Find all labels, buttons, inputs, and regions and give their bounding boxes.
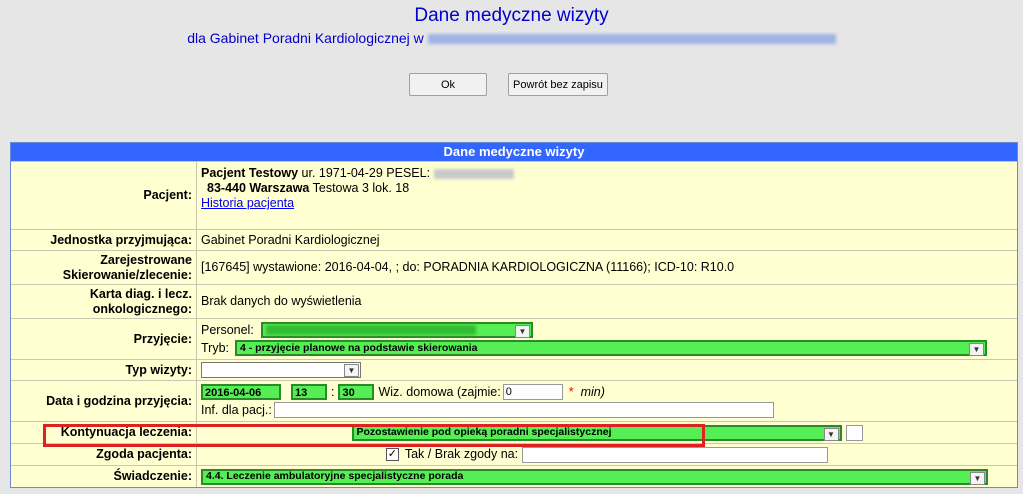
visit-type-label: Typ wizyty: (11, 360, 197, 380)
service-label: Świadczenie: (11, 466, 197, 487)
oncology-value: Brak danych do wyświetlenia (201, 294, 362, 308)
referral-value: [167645] wystawione: 2016-04-04, ; do: P… (201, 260, 735, 274)
oncology-label-2: onkologicznego: (92, 301, 192, 316)
unit-label: Jednostka przyjmująca: (11, 230, 197, 250)
oncology-label-1: Karta diag. i lecz. (89, 286, 192, 301)
patient-name: Pacjent Testowy (201, 166, 299, 180)
ok-button[interactable]: Ok (409, 73, 487, 96)
patient-street: Testowa 3 lok. 18 (312, 181, 410, 195)
patient-label: Pacjent: (11, 162, 197, 229)
admission-label: Przyjęcie: (11, 319, 197, 359)
service-select-value: 4.4. Leczenie ambulatoryjne specjalistyc… (206, 470, 464, 482)
consent-label: Zgoda pacjenta: (11, 444, 197, 465)
visit-type-select[interactable]: ▼ (201, 362, 361, 378)
chevron-down-icon: ▼ (970, 471, 985, 485)
home-visit-input[interactable]: 0 (502, 384, 563, 400)
consent-checkbox[interactable]: ✓ (385, 448, 399, 461)
staff-label: Personel: (201, 322, 254, 337)
mode-label: Tryb: (201, 340, 230, 355)
chevron-down-icon: ▼ (515, 325, 530, 338)
form-heading: Dane medyczne wizyty (11, 143, 1017, 161)
referral-row: Zarejestrowane Skierowanie/zlecenie: [16… (11, 250, 1017, 284)
subtitle-text: dla Gabinet Poradni Kardiologicznej w (187, 30, 424, 46)
staff-select[interactable]: ▼ (261, 322, 533, 338)
highlight-box (43, 424, 705, 447)
home-visit-label: Wiz. domowa (zajmie: (378, 384, 501, 399)
chevron-down-icon: ▼ (969, 343, 984, 356)
date-input[interactable]: 2016-04-06 (201, 384, 281, 400)
redacted-staff (266, 325, 476, 335)
extra-field[interactable] (845, 424, 863, 441)
chevron-down-icon: ▼ (823, 427, 839, 441)
patient-row: Pacjent: Pacjent Testowy ur. 1971-04-29 … (11, 161, 1017, 229)
referral-label-1: Zarejestrowane (100, 252, 192, 267)
back-without-save-button[interactable]: Powrót bez zapisu (508, 73, 608, 96)
consent-checkbox-label: Tak / Brak zgody na: (404, 447, 519, 461)
redacted-pesel (433, 168, 514, 179)
mode-select-value: 4 - przyjęcie planowe na podstawie skier… (240, 341, 478, 354)
patient-birth: ur. 1971-04-29 PESEL: (301, 166, 431, 180)
referral-label-2: Skierowanie/zlecenie: (62, 267, 192, 282)
hour-input[interactable]: 13 (291, 384, 327, 400)
required-mark: * (568, 384, 574, 399)
chevron-down-icon: ▼ (344, 364, 359, 377)
visit-type-row: Typ wizyty: ▼ (11, 359, 1017, 380)
patient-history-link[interactable]: Historia pacjenta (201, 196, 294, 210)
consent-input[interactable] (522, 446, 829, 463)
patient-city: 83-440 Warszawa (207, 181, 310, 195)
unit-row: Jednostka przyjmująca: Gabinet Poradni K… (11, 229, 1017, 250)
service-select[interactable]: 4.4. Leczenie ambulatoryjne specjalistyc… (201, 468, 988, 485)
patient-info-input[interactable] (273, 402, 774, 418)
unit-value: Gabinet Poradni Kardiologicznej (201, 232, 380, 247)
redacted-location (427, 34, 836, 45)
minute-input[interactable]: 30 (338, 384, 375, 400)
page-title: Dane medyczne wizyty (414, 5, 609, 26)
service-row: Świadczenie: 4.4. Leczenie ambulatoryjne… (11, 465, 1017, 487)
admission-row: Przyjęcie: Personel: ▼ Tryb: 4 - przyjęc… (11, 318, 1017, 359)
oncology-card-row: Karta diag. i lecz. onkologicznego: Brak… (11, 284, 1017, 318)
time-separator: : (331, 384, 335, 399)
patient-info-label: Inf. dla pacj.: (201, 402, 272, 417)
admission-date-label: Data i godzina przyjęcia: (11, 381, 197, 421)
admission-date-row: Data i godzina przyjęcia: 2016-04-06 13 … (11, 380, 1017, 421)
unit-min: min) (580, 384, 605, 399)
mode-select[interactable]: 4 - przyjęcie planowe na podstawie skier… (235, 340, 987, 356)
page-subtitle: dla Gabinet Poradni Kardiologicznej w (0, 30, 1023, 46)
